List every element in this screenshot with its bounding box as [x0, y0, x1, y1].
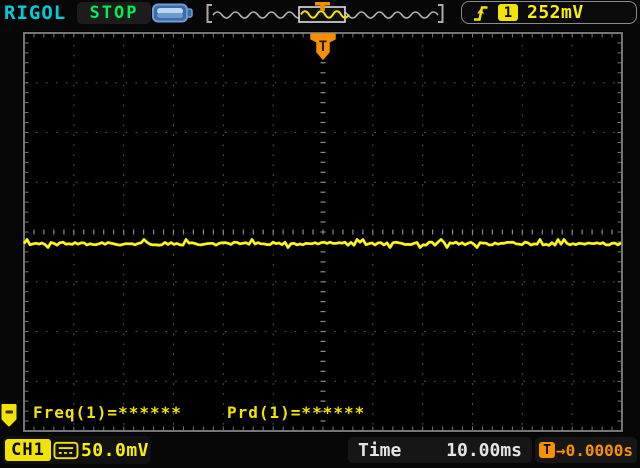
channel1-scale-value: 50.0mV — [80, 439, 149, 461]
horizontal-position-bar[interactable] — [203, 2, 447, 24]
rising-edge-trigger-icon — [474, 5, 488, 21]
channel1-badge: CH1 — [5, 439, 52, 461]
channel1-status-panel[interactable]: CH1 50.0mV — [3, 436, 151, 464]
svg-text:T: T — [319, 39, 327, 55]
trigger-level-value: 252mV — [527, 2, 584, 23]
hpos-right-bracket — [438, 4, 444, 23]
dc-coupling-icon — [53, 441, 79, 459]
measurement-freq: Freq(1)=****** — [33, 403, 182, 422]
brand-logo: RIGOL — [4, 2, 67, 24]
trigger-source-badge: 1 — [498, 4, 518, 21]
scope-display: T — [1, 31, 624, 433]
timebase-panel[interactable]: Time 10.00ms — [348, 437, 532, 463]
measurement-period: Prd(1)=****** — [227, 403, 366, 422]
run-status-indicator[interactable]: STOP — [77, 2, 151, 24]
channel1-level-marker[interactable] — [1, 404, 17, 427]
trigger-status-box[interactable]: 1 252mV — [461, 1, 637, 24]
trigger-offset-badge: T — [539, 442, 555, 458]
timebase-value: 10.00ms — [446, 439, 522, 461]
trigger-offset-panel[interactable]: T →0.0000s — [535, 437, 637, 463]
battery-icon — [152, 3, 193, 23]
hpos-left-bracket — [206, 4, 212, 23]
timebase-label: Time — [358, 439, 402, 461]
trigger-offset-value: →0.0000s — [556, 440, 634, 460]
